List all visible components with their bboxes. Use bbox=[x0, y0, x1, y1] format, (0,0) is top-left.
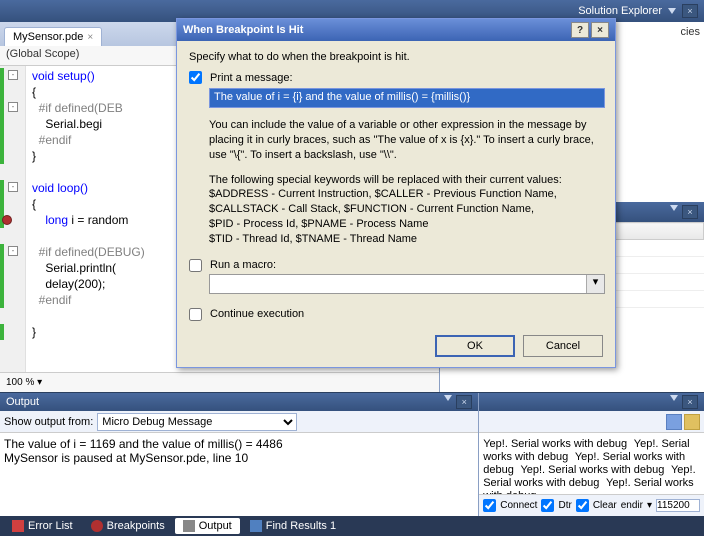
code-line: Serial.println( bbox=[32, 261, 116, 275]
code-line: void setup() bbox=[32, 69, 95, 83]
serial-monitor[interactable]: Yep!. Serial works with debug Yep!. Seri… bbox=[479, 433, 704, 494]
close-icon[interactable]: × bbox=[682, 205, 698, 219]
close-icon[interactable]: × bbox=[682, 4, 698, 18]
serial-tool-icon[interactable] bbox=[666, 414, 682, 430]
print-message-checkbox[interactable]: Print a message: bbox=[189, 71, 603, 84]
code-line: { bbox=[32, 85, 36, 99]
code-line: } bbox=[32, 149, 36, 163]
tab-error-list[interactable]: Error List bbox=[4, 518, 81, 534]
code-line: #if defined(DEBUG) bbox=[32, 245, 145, 259]
solution-item[interactable]: cies bbox=[680, 26, 700, 38]
print-message-input[interactable]: The value of i = {i} and the value of mi… bbox=[209, 88, 605, 108]
close-button[interactable]: × bbox=[591, 22, 609, 38]
dialog-keywords-text: The following special keywords will be r… bbox=[209, 173, 603, 247]
cancel-button[interactable]: Cancel bbox=[523, 335, 603, 357]
output-source-select[interactable]: Micro Debug Message bbox=[97, 413, 297, 431]
fold-icon[interactable]: - bbox=[8, 102, 18, 112]
pin-icon[interactable] bbox=[670, 205, 678, 211]
code-line: delay(200); bbox=[32, 277, 105, 291]
clear-label: Clear bbox=[593, 500, 617, 511]
pin-icon[interactable] bbox=[670, 395, 678, 401]
bottom-tab-strip: Error List Breakpoints Output Find Resul… bbox=[0, 516, 704, 536]
editor-tab[interactable]: MySensor.pde × bbox=[4, 27, 102, 46]
line-ending-select[interactable]: endir bbox=[621, 500, 643, 511]
output-header: Output × bbox=[0, 393, 478, 411]
dialog-title: When Breakpoint Is Hit bbox=[183, 24, 303, 36]
code-line: } bbox=[32, 325, 36, 339]
code-line: #if defined(DEB bbox=[32, 101, 123, 115]
macro-select[interactable]: ▾ bbox=[209, 274, 605, 294]
output-body[interactable]: The value of i = 1169 and the value of m… bbox=[0, 433, 478, 516]
tab-find-results[interactable]: Find Results 1 bbox=[242, 518, 344, 534]
dialog-help-text: You can include the value of a variable … bbox=[209, 118, 603, 163]
close-icon[interactable]: × bbox=[456, 395, 472, 409]
run-macro-checkbox[interactable]: Run a macro: bbox=[189, 259, 603, 272]
close-tab-icon[interactable]: × bbox=[87, 32, 93, 43]
tab-breakpoints[interactable]: Breakpoints bbox=[83, 518, 173, 534]
dialog-intro: Specify what to do when the breakpoint i… bbox=[189, 51, 603, 63]
zoom-level[interactable]: 100 % ▾ bbox=[0, 372, 439, 392]
dtr-label: Dtr bbox=[558, 500, 571, 511]
tab-label: MySensor.pde bbox=[13, 31, 83, 43]
fold-icon[interactable]: - bbox=[8, 182, 18, 192]
output-from-label: Show output from: bbox=[4, 416, 93, 428]
serial-tool-icon[interactable] bbox=[684, 414, 700, 430]
panel-title-label: Solution Explorer bbox=[578, 5, 662, 17]
close-icon[interactable]: × bbox=[682, 395, 698, 409]
code-line: Serial.begi bbox=[32, 117, 102, 131]
code-line: #endif bbox=[32, 133, 71, 147]
pin-icon[interactable] bbox=[668, 8, 676, 14]
continue-execution-checkbox[interactable]: Continue execution bbox=[189, 308, 603, 321]
connect-checkbox[interactable] bbox=[483, 499, 496, 512]
dialog-titlebar[interactable]: When Breakpoint Is Hit ? × bbox=[177, 19, 615, 41]
help-button[interactable]: ? bbox=[571, 22, 589, 38]
pin-icon[interactable] bbox=[444, 395, 452, 401]
serial-header: × bbox=[479, 393, 704, 411]
tab-output[interactable]: Output bbox=[175, 518, 240, 534]
code-line: long i = random bbox=[32, 213, 128, 227]
code-line: void loop() bbox=[32, 181, 88, 195]
baud-input[interactable] bbox=[656, 499, 700, 512]
code-line: { bbox=[32, 197, 36, 211]
fold-icon[interactable]: - bbox=[8, 70, 18, 80]
fold-icon[interactable]: - bbox=[8, 246, 18, 256]
breakpoint-icon[interactable] bbox=[2, 215, 12, 225]
connect-label: Connect bbox=[500, 500, 537, 511]
ok-button[interactable]: OK bbox=[435, 335, 515, 357]
breakpoint-hit-dialog: When Breakpoint Is Hit ? × Specify what … bbox=[176, 18, 616, 368]
clear-checkbox[interactable] bbox=[576, 499, 589, 512]
code-line: #endif bbox=[32, 293, 71, 307]
dtr-checkbox[interactable] bbox=[541, 499, 554, 512]
